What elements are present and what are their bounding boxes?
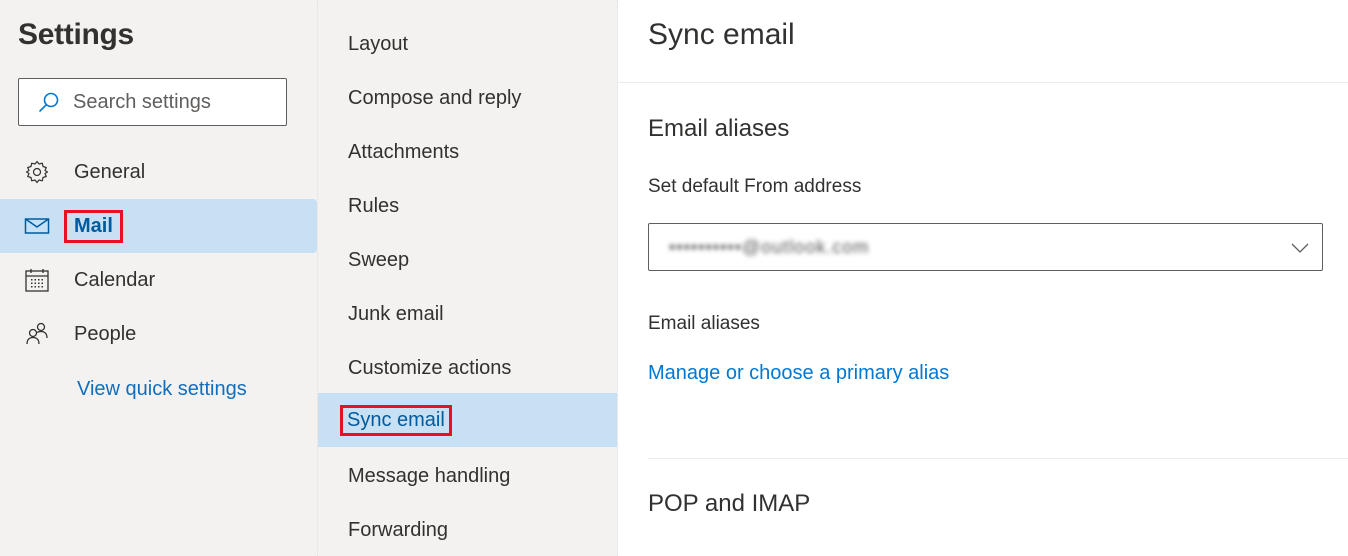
sidebar-item-general[interactable]: General [0, 145, 317, 199]
sidebar-item-people[interactable]: People [0, 307, 317, 361]
subnav-item-rules[interactable]: Rules [318, 179, 617, 233]
subnav-item-label: Sync email [347, 408, 445, 431]
subnav-item-label: Sweep [348, 248, 410, 271]
search-settings-input[interactable] [73, 90, 273, 114]
settings-title: Settings [18, 18, 134, 51]
subnav-item-label: Rules [348, 194, 400, 217]
view-quick-settings-link[interactable]: View quick settings [77, 378, 247, 401]
sidebar-item-calendar[interactable]: Calendar [0, 253, 317, 307]
divider [648, 458, 1348, 459]
mail-icon [23, 212, 51, 240]
default-from-address-value: ••••••••••@outlook.com [669, 236, 870, 257]
subnav-item-sweep[interactable]: Sweep [318, 233, 617, 287]
manage-primary-alias-link[interactable]: Manage or choose a primary alias [648, 362, 949, 385]
calendar-icon [23, 266, 51, 294]
subnav-item-junk-email[interactable]: Junk email [318, 287, 617, 341]
subnav-item-compose-and-reply[interactable]: Compose and reply [318, 71, 617, 125]
subnav-item-sync-email[interactable]: Sync email [318, 393, 617, 447]
email-aliases-heading: Email aliases [648, 115, 790, 142]
chevron-down-icon [1291, 243, 1309, 253]
sidebar-item-label: Calendar [74, 268, 156, 291]
subnav-item-label: Message handling [348, 464, 511, 487]
subnav-item-label: Forwarding [348, 518, 449, 541]
sync-email-content-pane: Sync email Email aliases Set default Fro… [618, 0, 1348, 556]
pop-imap-heading: POP and IMAP [648, 490, 811, 517]
subnav-item-label: Customize actions [348, 356, 512, 379]
sidebar-item-mail[interactable]: Mail [0, 199, 317, 253]
subnav-item-message-handling[interactable]: Message handling [318, 449, 617, 503]
search-settings-box[interactable] [18, 78, 287, 126]
mail-highlight-box: Mail [64, 209, 123, 243]
divider [618, 82, 1348, 83]
people-icon [23, 320, 51, 348]
sidebar-item-label: Mail [74, 214, 113, 237]
subnav-item-label: Junk email [348, 302, 444, 325]
page-title: Sync email [648, 18, 795, 51]
settings-nav-pane: Settings General Mail [0, 0, 318, 556]
default-from-address-dropdown[interactable]: ••••••••••@outlook.com [648, 223, 1323, 271]
sync-email-highlight-box: Sync email [340, 404, 452, 436]
sidebar-item-label: People [74, 322, 137, 345]
subnav-item-forwarding[interactable]: Forwarding [318, 503, 617, 556]
search-icon [39, 92, 59, 112]
default-from-label: Set default From address [648, 176, 862, 197]
sidebar-item-label: General [74, 160, 146, 183]
subnav-item-label: Attachments [348, 140, 460, 163]
subnav-item-layout[interactable]: Layout [318, 17, 617, 71]
subnav-item-attachments[interactable]: Attachments [318, 125, 617, 179]
subnav-item-label: Compose and reply [348, 86, 522, 109]
email-aliases-label: Email aliases [648, 313, 760, 334]
mail-subnav-pane: Layout Compose and reply Attachments Rul… [318, 0, 618, 556]
gear-icon [23, 158, 51, 186]
subnav-item-label: Layout [348, 32, 409, 55]
subnav-item-customize-actions[interactable]: Customize actions [318, 341, 617, 395]
